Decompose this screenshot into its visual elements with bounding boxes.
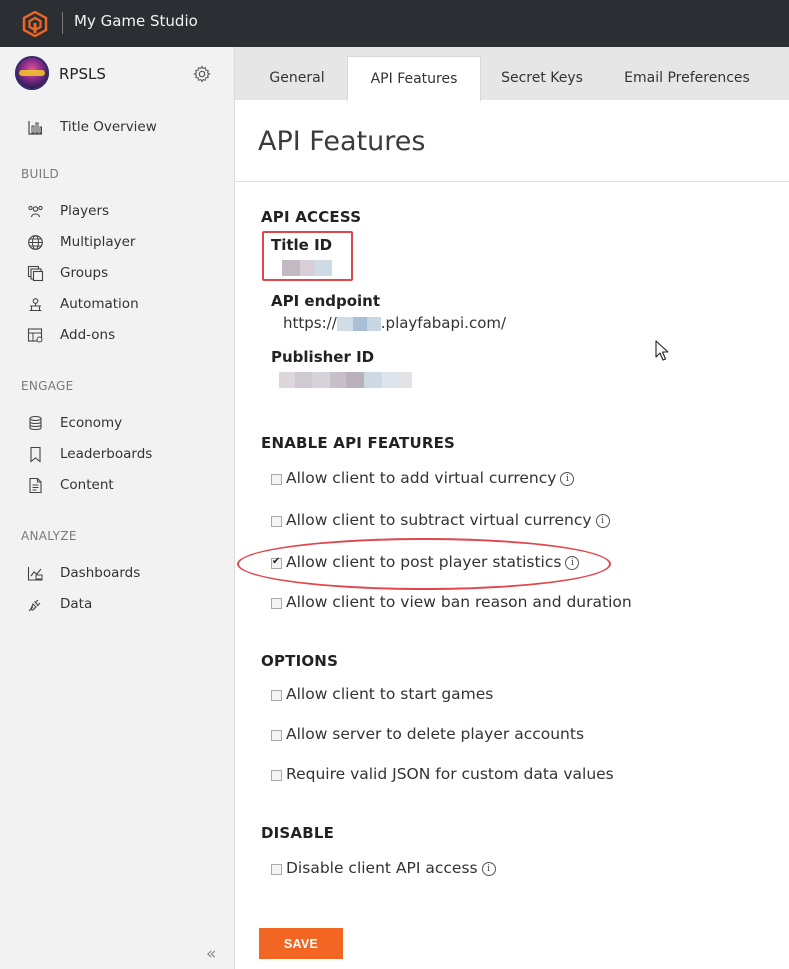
tab-api-features[interactable]: API Features (347, 56, 481, 101)
sidebar-item-label: Dashboards (60, 565, 141, 581)
add-ons-icon (27, 328, 43, 343)
mouse-cursor-icon (655, 340, 669, 361)
sidebar-item-label: Content (60, 477, 114, 493)
section-enable-api-features: ENABLE API FEATURES (261, 434, 456, 452)
highlight-title-id (262, 231, 353, 281)
tab-secret-keys[interactable]: Secret Keys (485, 56, 599, 100)
checkbox[interactable] (271, 864, 282, 875)
checkbox[interactable] (271, 690, 282, 701)
sidebar-item-label: Multiplayer (60, 234, 136, 250)
sidebar-item-label: Players (60, 203, 110, 219)
api-endpoint-value[interactable]: https:// .playfabapi.com/ (283, 314, 506, 332)
sidebar-item-add-ons[interactable]: Add-ons (0, 322, 234, 348)
title-avatar (15, 56, 49, 90)
title-name[interactable]: RPSLS (59, 65, 106, 83)
page-title: API Features (258, 126, 426, 157)
groups-icon (27, 265, 44, 282)
sidebar-item-label: Automation (60, 296, 139, 312)
automation-icon (29, 298, 42, 312)
info-icon[interactable]: i (560, 472, 575, 486)
info-icon[interactable]: i (595, 514, 610, 528)
plug-icon (28, 599, 41, 612)
api-endpoint-label: API endpoint (271, 292, 381, 310)
players-icon (28, 205, 43, 218)
economy-icon (29, 415, 42, 431)
section-options: OPTIONS (261, 652, 339, 670)
sidebar-item-dashboards[interactable]: Dashboards (0, 560, 234, 586)
checkbox[interactable] (271, 770, 282, 781)
sidebar-item-label: Economy (60, 415, 123, 431)
bar-chart-icon (28, 121, 42, 135)
sidebar-item-automation[interactable]: Automation (0, 291, 234, 317)
checkbox-label: Allow client to view ban reason and dura… (286, 593, 632, 611)
globe-icon (28, 235, 43, 250)
bookmark-icon (30, 446, 41, 463)
sidebar-item-multiplayer[interactable]: Multiplayer (0, 229, 234, 255)
section-api-access: API ACCESS (261, 208, 362, 226)
tab-general[interactable]: General (249, 56, 345, 100)
gear-icon[interactable] (193, 65, 211, 83)
endpoint-suffix: .playfabapi.com/ (380, 314, 507, 332)
checkbox[interactable] (271, 474, 282, 485)
section-disable: DISABLE (261, 824, 335, 842)
publisher-id-value[interactable] (279, 370, 412, 388)
section-header-build: BUILD (21, 167, 59, 181)
sidebar-item-players[interactable]: Players (0, 198, 234, 224)
checkbox-label: Allow client to add virtual currency (286, 469, 557, 487)
sidebar-item-economy[interactable]: Economy (0, 410, 234, 436)
sidebar-item-label: Title Overview (60, 119, 157, 135)
checkbox-label: Allow client to subtract virtual currenc… (286, 511, 592, 529)
dashboards-icon (27, 567, 43, 581)
info-icon[interactable]: i (481, 862, 496, 876)
sidebar-item-title-overview[interactable]: Title Overview (0, 114, 234, 140)
playfab-logo-icon[interactable] (22, 11, 48, 37)
studio-name[interactable]: My Game Studio (74, 12, 198, 30)
endpoint-prefix: https:// (283, 314, 337, 332)
sidebar-item-label: Data (60, 596, 93, 612)
publisher-id-label: Publisher ID (271, 348, 375, 366)
checkbox-label: Allow server to delete player accounts (286, 725, 585, 743)
sidebar-item-leaderboards[interactable]: Leaderboards (0, 441, 234, 467)
checkbox-label: Disable client API access (286, 859, 478, 877)
sidebar: RPSLS Title Overview BUILD Players Multi… (0, 47, 235, 969)
highlight-post-player-statistics (237, 538, 611, 590)
sidebar-item-groups[interactable]: Groups (0, 260, 234, 286)
header-divider (62, 12, 63, 34)
sidebar-item-label: Groups (60, 265, 109, 281)
document-icon (29, 477, 42, 494)
sidebar-item-label: Add-ons (60, 327, 116, 343)
title-divider (235, 181, 789, 182)
top-bar: My Game Studio (0, 0, 789, 47)
section-header-analyze: ANALYZE (21, 529, 77, 543)
sidebar-item-content[interactable]: Content (0, 472, 234, 498)
save-button[interactable]: SAVE (259, 928, 343, 959)
section-header-engage: ENGAGE (21, 379, 74, 393)
checkbox[interactable] (271, 516, 282, 527)
collapse-sidebar-icon[interactable]: « (206, 944, 216, 964)
sidebar-item-label: Leaderboards (60, 446, 153, 462)
checkbox-label: Allow client to start games (286, 685, 494, 703)
checkbox[interactable] (271, 730, 282, 741)
tab-email-preferences[interactable]: Email Preferences (605, 56, 769, 100)
checkbox[interactable] (271, 598, 282, 609)
sidebar-item-data[interactable]: Data (0, 591, 234, 617)
checkbox-label: Require valid JSON for custom data value… (286, 765, 614, 783)
tab-bar: General API Features Secret Keys Email P… (235, 47, 789, 101)
title-switcher[interactable]: RPSLS (0, 47, 234, 101)
